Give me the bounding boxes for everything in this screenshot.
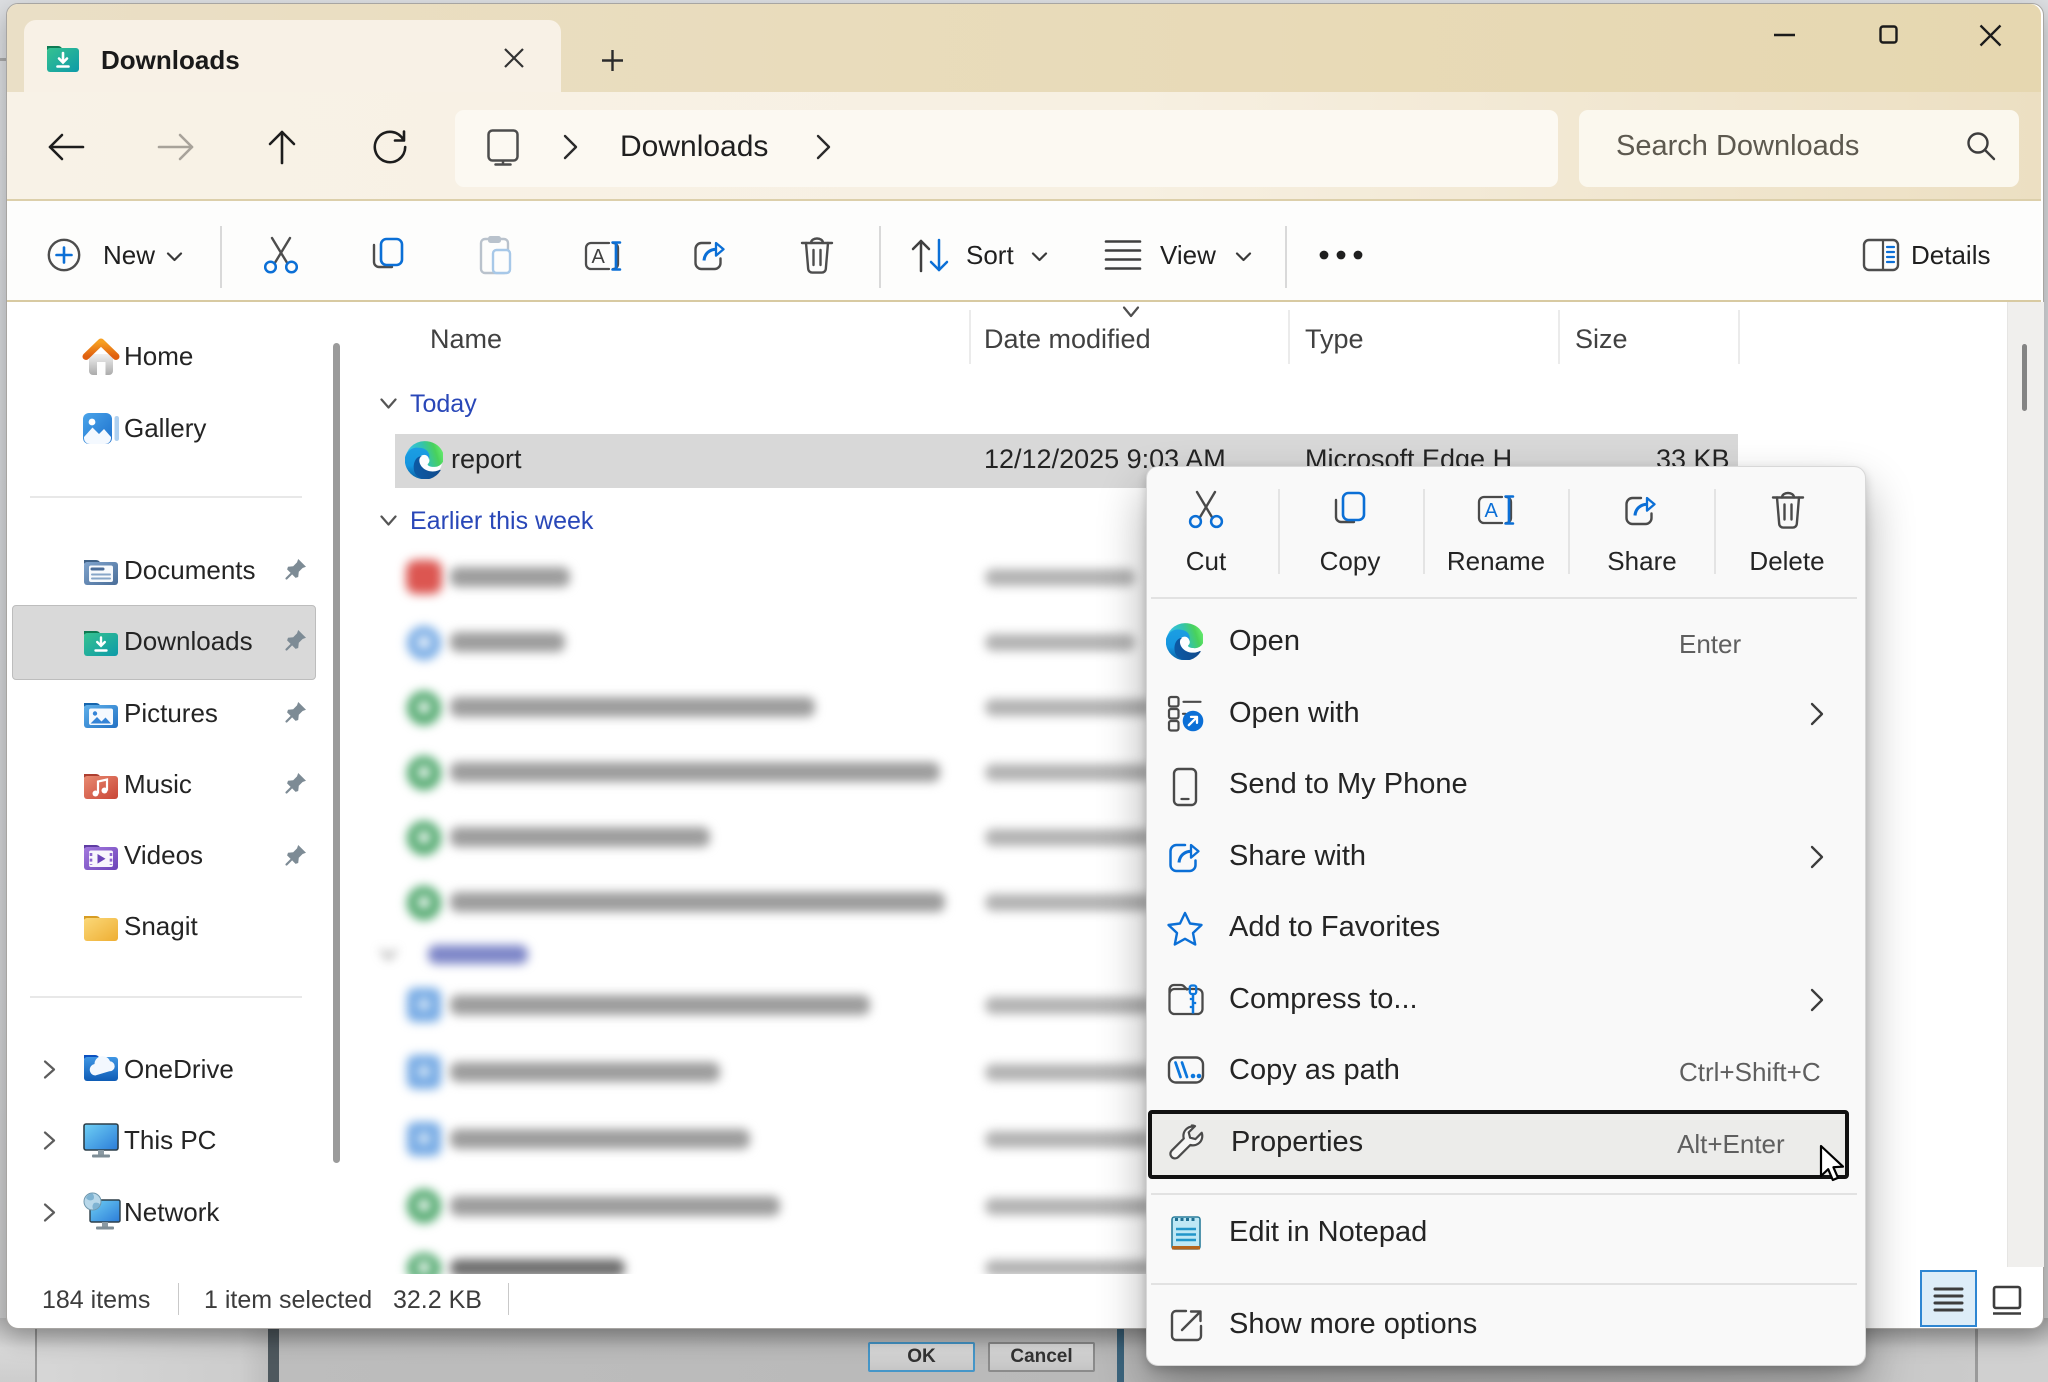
svg-text:A: A (592, 246, 606, 268)
svg-text:A: A (1485, 500, 1499, 522)
